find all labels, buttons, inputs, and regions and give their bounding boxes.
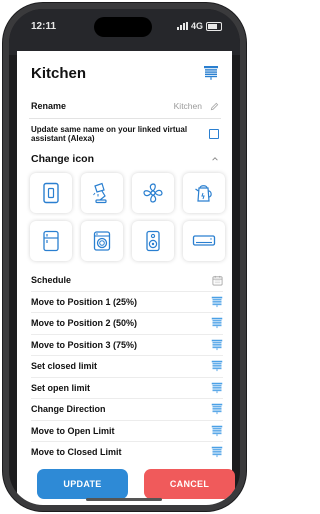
action-label: Change Direction <box>31 404 106 415</box>
change-icon-header[interactable]: Change icon <box>31 153 219 165</box>
alexa-sync-checkbox[interactable] <box>209 129 219 139</box>
icon-option-lamp[interactable] <box>81 173 123 213</box>
blind-icon[interactable] <box>211 403 223 415</box>
alexa-sync-row[interactable]: Update same name on your linked virtual … <box>31 125 219 143</box>
icon-option-kettle[interactable] <box>183 173 225 213</box>
network-label: 4G <box>190 21 203 31</box>
chevron-up-icon[interactable] <box>211 155 219 163</box>
home-indicator[interactable] <box>86 498 162 501</box>
switch-icon <box>43 182 59 204</box>
action-label: Set open limit <box>31 382 91 393</box>
action-label: Set closed limit <box>31 361 98 372</box>
action-row[interactable]: Set open limit <box>31 378 223 399</box>
blind-icon[interactable] <box>211 296 223 308</box>
calendar-icon[interactable] <box>212 275 223 286</box>
action-row[interactable]: Set closed limit <box>31 356 223 378</box>
blind-icon[interactable] <box>211 446 223 458</box>
battery-icon <box>206 21 222 31</box>
phone-frame: 12:11 4G Kitchen Rename Kitchen Update s… <box>3 3 246 511</box>
divider <box>29 118 221 119</box>
icon-option-switch[interactable] <box>30 173 72 213</box>
action-label: Move to Position 3 (75%) <box>31 339 138 350</box>
action-row[interactable]: Move to Position 3 (75%) <box>31 335 223 356</box>
action-list: Schedule Move to Position 1 (25%) Move t… <box>31 270 223 463</box>
action-row[interactable]: Move to Position 1 (25%) <box>31 292 223 313</box>
change-icon-label: Change icon <box>31 153 95 165</box>
page-title: Kitchen <box>31 65 87 82</box>
blind-icon[interactable] <box>203 65 219 81</box>
cancel-button[interactable]: CANCEL <box>144 469 235 499</box>
action-row[interactable]: Move to Open Limit <box>31 421 223 442</box>
schedule-label: Schedule <box>31 275 72 286</box>
kettle-icon <box>195 185 212 202</box>
blind-icon[interactable] <box>211 382 223 394</box>
dynamic-island <box>94 17 152 37</box>
action-label: Move to Position 2 (50%) <box>31 318 138 329</box>
icon-option-air-conditioner[interactable] <box>183 221 225 261</box>
alexa-sync-label: Update same name on your linked virtual … <box>31 125 188 143</box>
rename-label: Rename <box>31 101 67 111</box>
fridge-icon <box>43 230 59 252</box>
air-conditioner-icon <box>192 235 216 246</box>
action-row[interactable]: Move to Closed Limit <box>31 442 223 463</box>
fan-icon <box>143 183 163 203</box>
action-row[interactable]: Move to Position 2 (50%) <box>31 313 223 335</box>
update-button[interactable]: UPDATE <box>37 469 128 499</box>
signal-icon <box>176 22 188 30</box>
pencil-icon[interactable] <box>210 102 219 111</box>
icon-option-washing-machine[interactable] <box>81 221 123 261</box>
action-label: Move to Open Limit <box>31 425 115 436</box>
blind-icon[interactable] <box>211 339 223 351</box>
action-row[interactable]: Change Direction <box>31 399 223 421</box>
blind-icon[interactable] <box>211 317 223 329</box>
schedule-row[interactable]: Schedule <box>31 270 223 292</box>
blind-icon[interactable] <box>211 360 223 372</box>
icon-option-fan[interactable] <box>132 173 174 213</box>
app-screen: Kitchen Rename Kitchen Update same name … <box>17 51 235 505</box>
icon-option-fridge[interactable] <box>30 221 72 261</box>
lamp-icon <box>93 182 107 204</box>
washing-machine-icon <box>93 231 111 251</box>
rename-row[interactable]: Rename Kitchen <box>31 101 219 111</box>
action-label: Move to Closed Limit <box>31 447 122 458</box>
icon-picker <box>30 173 226 261</box>
icon-option-speaker[interactable] <box>132 221 174 261</box>
rename-value[interactable]: Kitchen <box>174 101 202 111</box>
status-time: 12:11 <box>31 21 57 32</box>
action-label: Move to Position 1 (25%) <box>31 296 138 307</box>
blind-icon[interactable] <box>211 425 223 437</box>
status-indicators: 4G <box>176 21 222 31</box>
phone-screen: 12:11 4G Kitchen Rename Kitchen Update s… <box>9 9 240 505</box>
status-bar: 12:11 4G <box>9 9 240 55</box>
speaker-icon <box>146 230 160 252</box>
